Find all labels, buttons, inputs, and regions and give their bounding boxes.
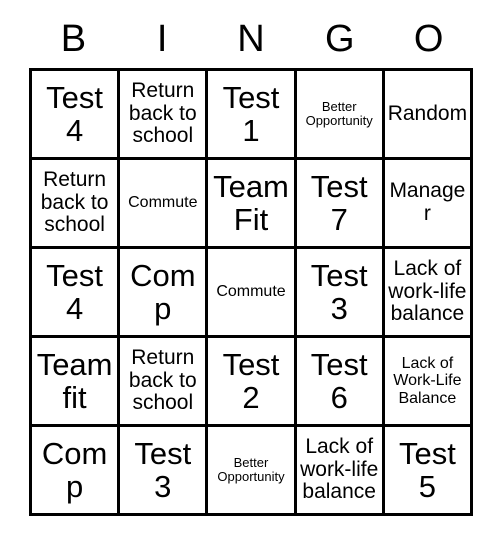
- bingo-cell-label: Test 2: [222, 346, 280, 415]
- bingo-cell-label: Commute: [216, 283, 286, 301]
- bingo-cell[interactable]: Random: [384, 71, 473, 160]
- bingo-cell-label: Better Opportunity: [217, 454, 285, 484]
- bingo-cell[interactable]: Test 4: [32, 71, 121, 160]
- bingo-cell[interactable]: Manager: [384, 160, 473, 249]
- bingo-header-row: BINGO: [29, 10, 473, 68]
- bingo-grid: Test 4 Return back to school Test 1 Better …: [29, 68, 473, 516]
- bingo-cell-label: Better Opportunity: [305, 98, 373, 128]
- bingo-cell-label: Manager: [389, 179, 466, 225]
- bingo-cell-label: Test 5: [398, 435, 456, 504]
- bingo-cell[interactable]: Return back to school: [120, 338, 209, 427]
- bingo-cell-label: Test 3: [134, 435, 192, 504]
- bingo-cell-label: Test 6: [310, 346, 368, 415]
- bingo-cell[interactable]: Test 7: [296, 160, 385, 249]
- bingo-cell[interactable]: Team Fit: [208, 160, 297, 249]
- bingo-cell[interactable]: Return back to school: [32, 160, 121, 249]
- bingo-cell[interactable]: Lack of work-life balance: [296, 427, 385, 516]
- bingo-cell-label: Lack of work-life balance: [388, 256, 467, 326]
- bingo-cell-label: Team fit: [36, 346, 113, 415]
- bingo-header-letter-o: O: [413, 18, 444, 60]
- bingo-cell-label: Return back to school: [40, 167, 109, 237]
- bingo-cell[interactable]: Team fit: [32, 338, 121, 427]
- bingo-cell[interactable]: Comp: [120, 249, 209, 338]
- bingo-cell[interactable]: Test 3: [296, 249, 385, 338]
- bingo-cell-label: Team Fit: [213, 168, 289, 237]
- bingo-cell-label: Test 4: [46, 79, 104, 148]
- bingo-cell-label: Comp: [130, 257, 196, 326]
- bingo-cell[interactable]: Better Opportunity: [296, 71, 385, 160]
- bingo-header-letter-n: N: [237, 18, 265, 60]
- bingo-header-letter-i: I: [156, 18, 168, 60]
- bingo-cell[interactable]: Test 3: [120, 427, 209, 516]
- bingo-cell-label: Test 7: [310, 168, 368, 237]
- bingo-cell[interactable]: Test 4: [32, 249, 121, 338]
- bingo-cell[interactable]: Test 2: [208, 338, 297, 427]
- bingo-cell[interactable]: Test 6: [296, 338, 385, 427]
- bingo-cell-label: Return back to school: [128, 78, 197, 148]
- bingo-cell[interactable]: Better Opportunity: [208, 427, 297, 516]
- bingo-header-letter-b: B: [60, 18, 87, 60]
- bingo-cell[interactable]: Test 5: [384, 427, 473, 516]
- bingo-cell-label: Test 4: [46, 257, 104, 326]
- bingo-cell-label: Comp: [41, 435, 108, 504]
- bingo-cell[interactable]: Comp: [32, 427, 121, 516]
- bingo-cell-label: Commute: [128, 194, 198, 212]
- bingo-card: B I N G O Test 4 Return back to school Test 1 B…: [29, 10, 473, 516]
- bingo-cell-label: Lack of Work-Life Balance: [393, 355, 462, 407]
- bingo-cell-label: Random: [387, 101, 468, 125]
- bingo-cell[interactable]: Commute: [120, 160, 209, 249]
- bingo-cell[interactable]: Lack of Work-Life Balance: [384, 338, 473, 427]
- bingo-header-letter-g: G: [325, 18, 355, 60]
- bingo-cell-label: Test 1: [222, 79, 280, 148]
- bingo-cell-label: Return back to school: [128, 345, 197, 415]
- bingo-cell[interactable]: Test 1: [208, 71, 297, 160]
- bingo-cell[interactable]: Lack of work-life balance: [384, 249, 473, 338]
- bingo-cell[interactable]: Return back to school: [120, 71, 209, 160]
- bingo-cell-label: Lack of work-life balance: [300, 434, 379, 504]
- bingo-cell[interactable]: Commute: [208, 249, 297, 338]
- bingo-cell-label: Test 3: [310, 257, 368, 326]
